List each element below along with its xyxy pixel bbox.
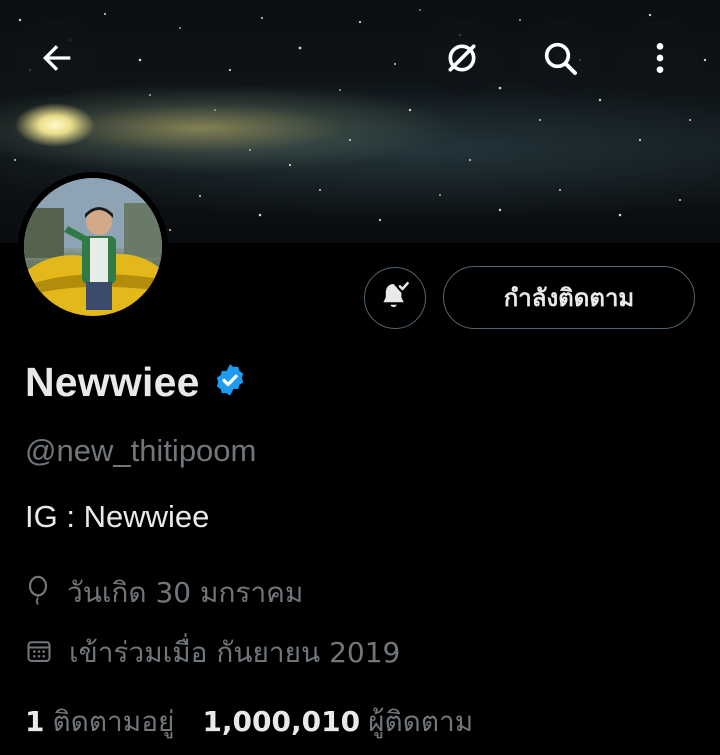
follow-stats: 1 ติดตามอยู่ 1,000,010 ผู้ติดตาม xyxy=(25,700,473,744)
joined-text: เข้าร่วมเมื่อ กันยายน 2019 xyxy=(69,636,401,669)
bell-check-icon xyxy=(378,279,412,317)
profile-avatar[interactable] xyxy=(18,172,168,322)
arrow-left-icon xyxy=(37,38,77,78)
slash-circle-icon xyxy=(442,38,482,78)
grok-button[interactable] xyxy=(424,20,500,96)
following-button[interactable]: กำลังติดตาม xyxy=(443,266,695,329)
joined-row: เข้าร่วมเมื่อ กันยายน 2019 xyxy=(25,631,400,675)
birthday-text: วันเกิด 30 มกราคม xyxy=(67,576,304,609)
search-icon xyxy=(540,38,580,78)
notify-button[interactable] xyxy=(364,267,426,329)
birthday-row: วันเกิด 30 มกราคม xyxy=(25,571,303,615)
avatar-photo xyxy=(24,178,162,316)
followers-count: 1,000,010 xyxy=(202,705,361,738)
calendar-icon xyxy=(25,637,53,669)
back-button[interactable] xyxy=(19,20,95,96)
following-label: ติดตามอยู่ xyxy=(52,705,175,738)
verified-badge-icon[interactable] xyxy=(212,362,248,402)
balloon-icon xyxy=(25,575,51,611)
followers-label: ผู้ติดตาม xyxy=(368,705,474,738)
following-stat[interactable]: 1 ติดตามอยู่ xyxy=(25,700,174,744)
following-count: 1 xyxy=(25,705,45,738)
followers-stat[interactable]: 1,000,010 ผู้ติดตาม xyxy=(202,700,473,744)
name-row: Newwiee xyxy=(25,356,248,408)
more-button[interactable] xyxy=(622,20,698,96)
more-vertical-icon xyxy=(640,38,680,78)
search-button[interactable] xyxy=(522,20,598,96)
display-name: Newwiee xyxy=(25,358,200,405)
bio-text: IG : Newwiee xyxy=(25,499,210,534)
user-handle: @new_thitipoom xyxy=(25,433,257,468)
